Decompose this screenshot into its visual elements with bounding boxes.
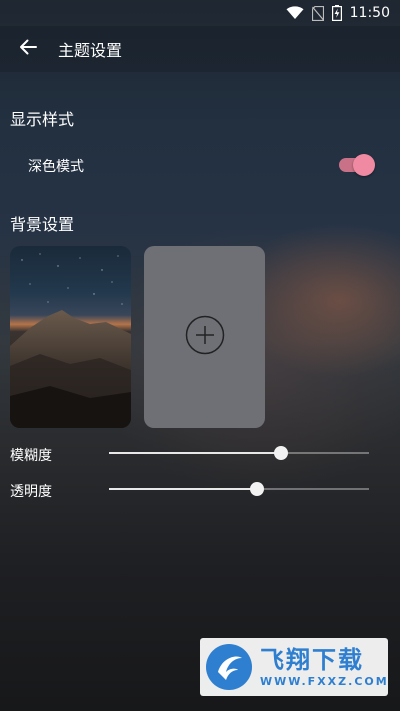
slider-fill xyxy=(109,488,257,490)
page-title: 主题设置 xyxy=(58,41,123,60)
display-style-heading: 显示样式 xyxy=(10,110,75,129)
opacity-label: 透明度 xyxy=(10,484,52,500)
no-sim-icon xyxy=(311,5,324,21)
site-watermark: 飞翔下载 WWW.FXXZ.COM xyxy=(200,638,388,696)
plus-circle-icon xyxy=(185,315,225,359)
slider-knob[interactable] xyxy=(274,446,288,460)
dark-mode-toggle[interactable] xyxy=(337,154,375,176)
watermark-main-text: 飞翔下载 xyxy=(260,645,364,674)
dark-mode-label: 深色模式 xyxy=(28,159,84,175)
mountain-night-sky-photo xyxy=(10,246,131,428)
wifi-icon xyxy=(286,6,304,20)
back-button[interactable] xyxy=(0,26,56,72)
arrow-left-icon xyxy=(19,39,37,59)
slider-knob[interactable] xyxy=(250,482,264,496)
toggle-thumb xyxy=(353,154,375,176)
status-bar: 11:50 xyxy=(0,0,400,26)
background-thumbnail[interactable] xyxy=(10,246,131,428)
add-background-button[interactable] xyxy=(144,246,265,428)
blur-label: 模糊度 xyxy=(10,448,52,464)
battery-charging-icon xyxy=(331,5,342,21)
slider-fill xyxy=(109,452,281,454)
background-heading: 背景设置 xyxy=(10,215,75,234)
app-bar: 主题设置 xyxy=(0,26,400,72)
opacity-slider[interactable] xyxy=(109,481,369,497)
status-time: 11:50 xyxy=(349,5,390,21)
blur-slider[interactable] xyxy=(109,445,369,461)
watermark-sub-text: WWW.FXXZ.COM xyxy=(260,674,389,688)
logo-icon xyxy=(204,642,254,692)
watermark-text: 飞翔下载 WWW.FXXZ.COM xyxy=(260,647,389,688)
